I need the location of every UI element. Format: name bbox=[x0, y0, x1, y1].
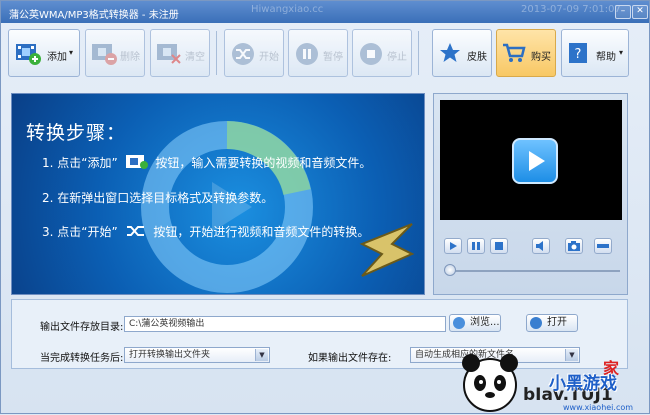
shuffle-icon bbox=[232, 43, 254, 65]
start-button[interactable]: 开始 bbox=[224, 29, 284, 77]
steps-banner: 转换步骤： 1. 点击“添加” 按钮，输入需要转换的视频和音频文件。 2. 在新… bbox=[11, 93, 425, 295]
window-title: 蒲公英WMA/MP3格式转换器 - 未注册 bbox=[9, 10, 179, 21]
after-task-select[interactable]: 打开转换输出文件夹 ▼ bbox=[124, 347, 270, 363]
add-button[interactable]: 添加 ▾ bbox=[8, 29, 80, 77]
start-label: 开始 bbox=[259, 52, 279, 63]
shopping-cart-icon bbox=[503, 43, 526, 62]
pause-icon bbox=[472, 242, 480, 250]
delete-label: 删除 bbox=[120, 52, 140, 63]
toolbar-separator bbox=[216, 31, 217, 75]
clear-label: 清空 bbox=[185, 52, 205, 63]
play-button[interactable] bbox=[444, 238, 462, 254]
step-2: 2. 在新弹出窗口选择目标格式及转换参数。 bbox=[42, 191, 274, 205]
step-1: 1. 点击“添加” 按钮，输入需要转换的视频和音频文件。 bbox=[42, 154, 371, 171]
play-icon bbox=[529, 151, 545, 171]
delete-film-icon bbox=[92, 44, 117, 65]
volume-button[interactable] bbox=[532, 238, 550, 254]
stop-button[interactable]: 停止 bbox=[352, 29, 412, 77]
fullscreen-button[interactable] bbox=[594, 238, 612, 254]
fullscreen-icon bbox=[597, 244, 609, 248]
close-button[interactable]: ✕ bbox=[632, 5, 648, 19]
skin-button[interactable]: 皮肤 bbox=[432, 29, 492, 77]
stop-icon bbox=[360, 43, 382, 65]
pause-icon bbox=[296, 43, 318, 65]
stop-player-button[interactable] bbox=[490, 238, 508, 254]
video-screen bbox=[440, 100, 622, 220]
buy-button[interactable]: 购买 bbox=[496, 29, 556, 77]
stop-icon bbox=[495, 242, 503, 250]
progress-track[interactable] bbox=[448, 270, 620, 272]
preview-player bbox=[433, 93, 628, 295]
step-1-suffix: 按钮，输入需要转换的视频和音频文件。 bbox=[155, 156, 372, 170]
title-bar: 蒲公英WMA/MP3格式转换器 - 未注册 Hiwangxiao.cc 2013… bbox=[1, 1, 649, 23]
help-icon: ? bbox=[569, 43, 587, 63]
output-dir-field[interactable]: C:\蒲公英视频输出 bbox=[124, 316, 446, 332]
chevron-down-icon: ▾ bbox=[69, 48, 74, 57]
open-label: 打开 bbox=[547, 317, 567, 328]
add-label: 添加 bbox=[47, 52, 67, 63]
snapshot-button[interactable] bbox=[565, 238, 583, 254]
chevron-down-icon: ▼ bbox=[255, 349, 268, 361]
clear-film-icon bbox=[157, 44, 181, 64]
pause-label: 暂停 bbox=[323, 52, 343, 63]
browse-button[interactable]: 浏览... bbox=[449, 314, 501, 332]
camera-icon bbox=[568, 241, 580, 251]
play-icon bbox=[450, 242, 457, 250]
pause-player-button[interactable] bbox=[467, 238, 485, 254]
minimize-button[interactable]: – bbox=[615, 5, 631, 19]
step-1-prefix: 1. 点击“添加” bbox=[42, 156, 118, 170]
svg-text:?: ? bbox=[575, 47, 582, 62]
help-button[interactable]: ? 帮助 ▾ bbox=[561, 29, 629, 77]
help-label: 帮助 bbox=[596, 52, 616, 63]
buy-label: 购买 bbox=[531, 52, 551, 63]
watermark-url: www.xiaohei.com bbox=[563, 403, 634, 412]
step-3: 3. 点击“开始” 按钮，开始进行视频和音频文件的转换。 bbox=[42, 223, 369, 240]
clear-button[interactable]: 清空 bbox=[150, 29, 210, 77]
after-task-value: 打开转换输出文件夹 bbox=[129, 350, 211, 360]
open-button[interactable]: 打开 bbox=[526, 314, 578, 332]
add-film-icon bbox=[16, 44, 41, 65]
after-task-label: 当完成转换任务后: bbox=[40, 353, 124, 364]
progress-slider-handle[interactable] bbox=[444, 264, 456, 276]
speaker-icon bbox=[536, 241, 543, 251]
step-3-prefix: 3. 点击“开始” bbox=[42, 225, 118, 239]
stop-label: 停止 bbox=[387, 52, 407, 63]
pause-button[interactable]: 暂停 bbox=[288, 29, 348, 77]
delete-button[interactable]: 删除 bbox=[85, 29, 145, 77]
film-reel-icon bbox=[530, 317, 542, 329]
skin-label: 皮肤 bbox=[467, 52, 487, 63]
toolbar-separator bbox=[418, 31, 419, 75]
play-overlay-button[interactable] bbox=[512, 138, 558, 184]
background-window-text: Hiwangxiao.cc bbox=[251, 4, 324, 15]
browse-label: 浏览... bbox=[470, 317, 500, 328]
chevron-down-icon: ▾ bbox=[619, 48, 624, 57]
add-icon bbox=[453, 317, 465, 329]
output-dir-label: 输出文件存放目录: bbox=[40, 322, 124, 333]
panda-mascot-icon bbox=[462, 354, 518, 412]
step-3-suffix: 按钮，开始进行视频和音频文件的转换。 bbox=[153, 225, 370, 239]
shuffle-icon bbox=[126, 226, 144, 236]
file-exists-label: 如果输出文件存在: bbox=[308, 353, 392, 364]
add-film-icon bbox=[125, 155, 148, 169]
app-window: 蒲公英WMA/MP3格式转换器 - 未注册 Hiwangxiao.cc 2013… bbox=[0, 0, 650, 414]
watermark-logo: bIav.TUJ1 家 小黑游戏 www.xiaohei.com bbox=[453, 351, 650, 415]
toolbar: 添加 ▾ 删除 清空 开始 暂停 停止 皮肤 购买 ? 帮助 ▾ bbox=[8, 29, 636, 81]
background-window-text: 2013-07-09 7:01:07 bbox=[521, 4, 621, 15]
steps-title: 转换步骤： bbox=[26, 122, 127, 144]
star-icon bbox=[440, 43, 460, 62]
watermark-brand: 小黑游戏 bbox=[549, 374, 617, 394]
